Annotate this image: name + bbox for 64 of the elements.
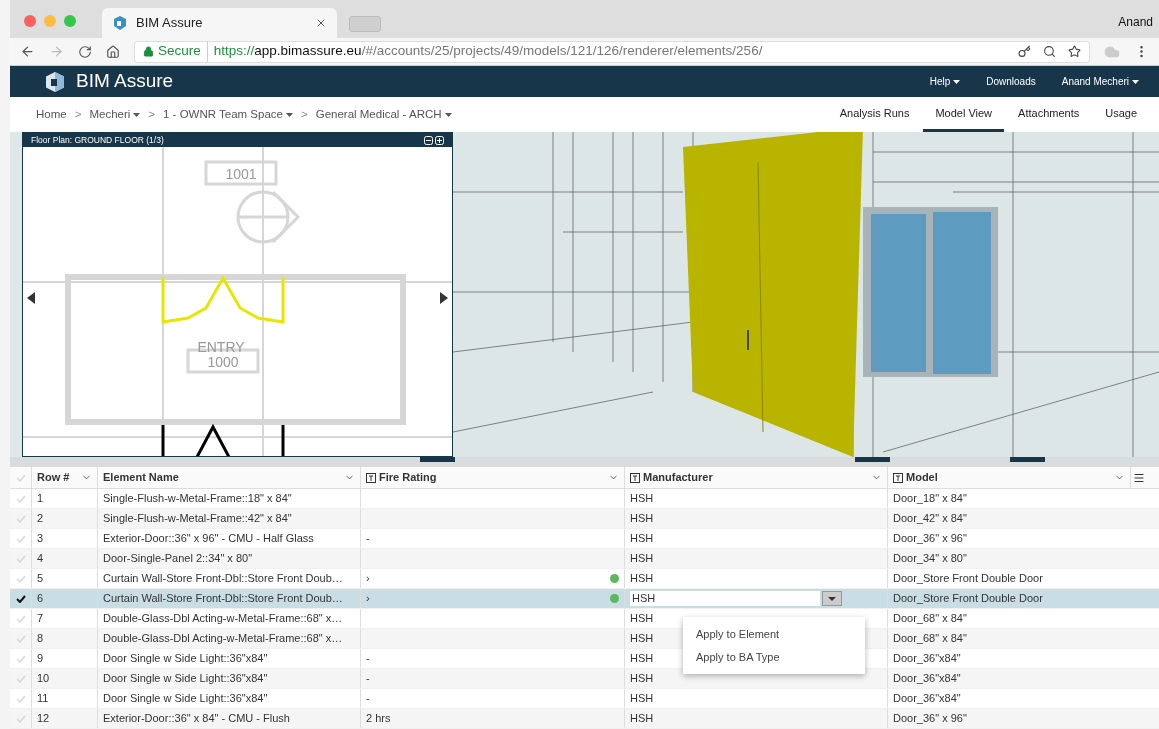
table-cell-text: Exterior-Door::36" x 96" - CMU - Half Glass bbox=[103, 531, 314, 547]
table-cell-text: HSH bbox=[630, 671, 654, 687]
room-number: 1000 bbox=[207, 354, 239, 370]
row-number: 6 bbox=[37, 591, 44, 607]
table-cell-text: HSH bbox=[630, 631, 654, 647]
table-cell-text: Door_68" x 84" bbox=[893, 631, 967, 647]
row-number: 1 bbox=[37, 491, 44, 507]
table-cell-text: HSH bbox=[630, 571, 654, 587]
row-number: 9 bbox=[37, 651, 44, 667]
row-number: 7 bbox=[37, 611, 44, 627]
row-number: 4 bbox=[37, 551, 44, 567]
table-cell-text: Exterior-Door::36" x 84" - CMU - Flush bbox=[103, 711, 290, 727]
tab-title: BIM Assure bbox=[136, 14, 204, 33]
table-cell-text: Door_36"x84" bbox=[893, 691, 961, 707]
table-cell-text: HSH bbox=[630, 511, 654, 527]
table-cell-text: - bbox=[366, 531, 370, 547]
table-cell-text: Door_42" x 84" bbox=[893, 511, 967, 527]
table-cell-text: › bbox=[366, 591, 370, 607]
table-cell-text: Door Single w Side Light::36"x84" bbox=[103, 651, 268, 667]
room-number: 1001 bbox=[225, 166, 257, 182]
table-cell-text: Door_36"x84" bbox=[893, 651, 961, 667]
row-number: 3 bbox=[37, 531, 44, 547]
table-cell-text: HSH bbox=[630, 651, 654, 667]
table-cell-text: Door_68" x 84" bbox=[893, 611, 967, 627]
table-cell-text: Double-Glass-Dbl Acting-w-Metal-Frame::68" x… bbox=[103, 631, 343, 647]
breadcrumb-separator: > bbox=[74, 106, 82, 122]
table-cell-text: Door_18" x 84" bbox=[893, 491, 967, 507]
row-number: 8 bbox=[37, 631, 44, 647]
row-number: 11 bbox=[37, 691, 49, 707]
table-cell-text: Curtain Wall-Store Front-Dbl::Store Front Doub… bbox=[103, 571, 343, 587]
table-cell-text: HSH bbox=[630, 531, 654, 547]
table-cell-text: Door_34" x 80" bbox=[893, 551, 967, 567]
panel-title: Floor Plan: GROUND FLOOR (1/3) bbox=[31, 133, 165, 147]
table-cell-text: - bbox=[366, 651, 370, 667]
breadcrumb-separator: > bbox=[148, 106, 156, 122]
table-cell-text: Door Single w Side Light::36"x84" bbox=[103, 671, 268, 687]
table-cell-text: Door Single w Side Light::36"x84" bbox=[103, 691, 268, 707]
secure-label: Secure bbox=[158, 41, 208, 62]
table-cell-text: Curtain Wall-Store Front-Dbl::Store Front Doub… bbox=[103, 591, 343, 607]
table-cell-text: Door_Store Front Double Door bbox=[893, 571, 1043, 587]
row-number: 5 bbox=[37, 571, 44, 587]
table-cell-text: HSH bbox=[630, 551, 654, 567]
table-cell-text: - bbox=[366, 691, 370, 707]
table-cell-text: - bbox=[366, 671, 370, 687]
table-cell-text: Double-Glass-Dbl Acting-w-Metal-Frame::68" x… bbox=[103, 611, 343, 627]
table-cell-text: HSH bbox=[630, 691, 654, 707]
table-cell-text: Door_Store Front Double Door bbox=[893, 591, 1043, 607]
row-number: 2 bbox=[37, 511, 44, 527]
table-cell-text: HSH bbox=[630, 611, 654, 627]
table-cell-text: Door-Single-Panel 2::34" x 80" bbox=[103, 551, 253, 567]
row-number: 12 bbox=[37, 711, 50, 727]
table-cell-text: Door_36"x84" bbox=[893, 671, 961, 687]
row-number: 10 bbox=[37, 671, 50, 687]
table-cell-text: Single-Flush-w-Metal-Frame::18" x 84" bbox=[103, 491, 292, 507]
table-cell-text: 2 hrs bbox=[366, 711, 391, 727]
url-text: https://app.bimassure.eu/#/accounts/25/projects/49/models/121/126/renderer/elements/256/ bbox=[213, 42, 763, 61]
table-cell-text: HSH bbox=[630, 491, 654, 507]
table-cell-text: HSH bbox=[630, 711, 654, 727]
table-cell-text: Door_36" x 96" bbox=[893, 531, 967, 547]
table-cell-text: Door_36" x 96" bbox=[893, 711, 967, 727]
room-label: ENTRY bbox=[197, 339, 245, 355]
table-cell-text: › bbox=[366, 571, 370, 587]
breadcrumb-separator: > bbox=[300, 106, 308, 122]
table-cell-text: Single-Flush-w-Metal-Frame::42" x 84" bbox=[103, 511, 292, 527]
